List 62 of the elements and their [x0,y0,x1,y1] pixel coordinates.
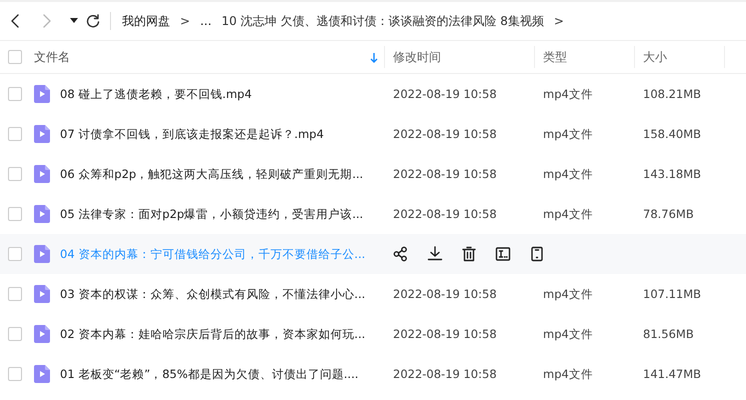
share-icon[interactable] [393,246,409,262]
modified-date: 2022-08-19 10:58 [393,167,497,181]
file-size: 81.56MB [643,327,694,341]
file-type: mp4文件 [543,366,593,382]
checkbox[interactable] [8,207,22,221]
checkbox[interactable] [8,87,22,101]
file-type: mp4文件 [543,126,593,142]
video-file-icon[interactable] [34,325,50,343]
file-type: mp4文件 [543,86,593,102]
checkbox[interactable] [8,167,22,181]
sort-arrow-icon[interactable] [370,52,378,62]
file-size: 158.40MB [643,127,702,141]
checkbox[interactable] [8,127,22,141]
breadcrumb-separator: > [180,14,190,28]
video-file-icon[interactable] [34,365,50,383]
modified-date: 2022-08-19 10:58 [393,207,497,221]
modified-date: 2022-08-19 10:58 [393,87,497,101]
modified-date: 2022-08-19 10:58 [393,367,497,381]
trash-icon[interactable] [461,246,477,262]
modified-date: 2022-08-19 10:58 [393,287,497,301]
file-type: mp4文件 [543,166,593,182]
file-name[interactable]: 06 众筹和p2p，触犯这两大高压线，轻则破产重则无期... [60,166,364,182]
video-file-icon[interactable] [34,205,50,223]
breadcrumb-current: 10 沈志坤 欠债、逃债和讨债：谈谈融资的法律风险 8集视频 [222,12,544,30]
video-file-icon[interactable] [34,165,50,183]
modified-date: 2022-08-19 10:58 [393,327,497,341]
checkbox[interactable] [8,247,22,261]
column-header[interactable]: 修改时间 [393,48,441,66]
file-name[interactable]: 01 老板变“老赖”，85%都是因为欠债、讨债出了问题.... [60,366,358,382]
file-size: 108.21MB [643,87,702,101]
video-file-icon[interactable] [34,85,50,103]
phone-icon[interactable] [529,246,545,262]
video-file-icon[interactable] [34,125,50,143]
file-type: mp4文件 [543,206,593,222]
column-header[interactable]: 文件名 [34,48,70,66]
file-name[interactable]: 07 讨债拿不回钱，到底该走报案还是起诉？.mp4 [60,126,324,142]
file-name[interactable]: 05 法律专家：面对p2p爆雷，小额贷违约，受害用户该... [60,206,364,222]
file-name[interactable]: 08 碰上了逃债老赖，要不回钱.mp4 [60,86,252,102]
checkbox[interactable] [8,287,22,301]
breadcrumb-separator: > [554,14,564,28]
file-type: mp4文件 [543,286,593,302]
video-file-icon[interactable] [34,285,50,303]
refresh-icon[interactable] [86,14,100,28]
file-size: 143.18MB [643,167,702,181]
checkbox[interactable] [8,50,22,64]
file-name[interactable]: 02 资本内幕：娃哈哈宗庆后背后的故事，资本家如何玩... [60,326,366,342]
file-size: 141.47MB [643,367,702,381]
video-file-icon[interactable] [34,245,50,263]
download-icon[interactable] [427,246,443,262]
modified-date: 2022-08-19 10:58 [393,127,497,141]
breadcrumb-link[interactable]: 我的网盘 [122,12,170,30]
breadcrumb-link[interactable]: ... [200,14,212,28]
caret-icon[interactable] [70,18,78,24]
text-cursor-icon[interactable] [495,246,511,262]
column-header[interactable]: 大小 [643,48,667,66]
file-type: mp4文件 [543,326,593,342]
checkbox[interactable] [8,327,22,341]
checkbox[interactable] [8,367,22,381]
column-header[interactable]: 类型 [543,48,567,66]
file-name[interactable]: 03 资本的权谋：众筹、众创模式有风险，不懂法律小心... [60,286,366,302]
file-size: 107.11MB [643,287,702,301]
file-size: 78.76MB [643,207,694,221]
